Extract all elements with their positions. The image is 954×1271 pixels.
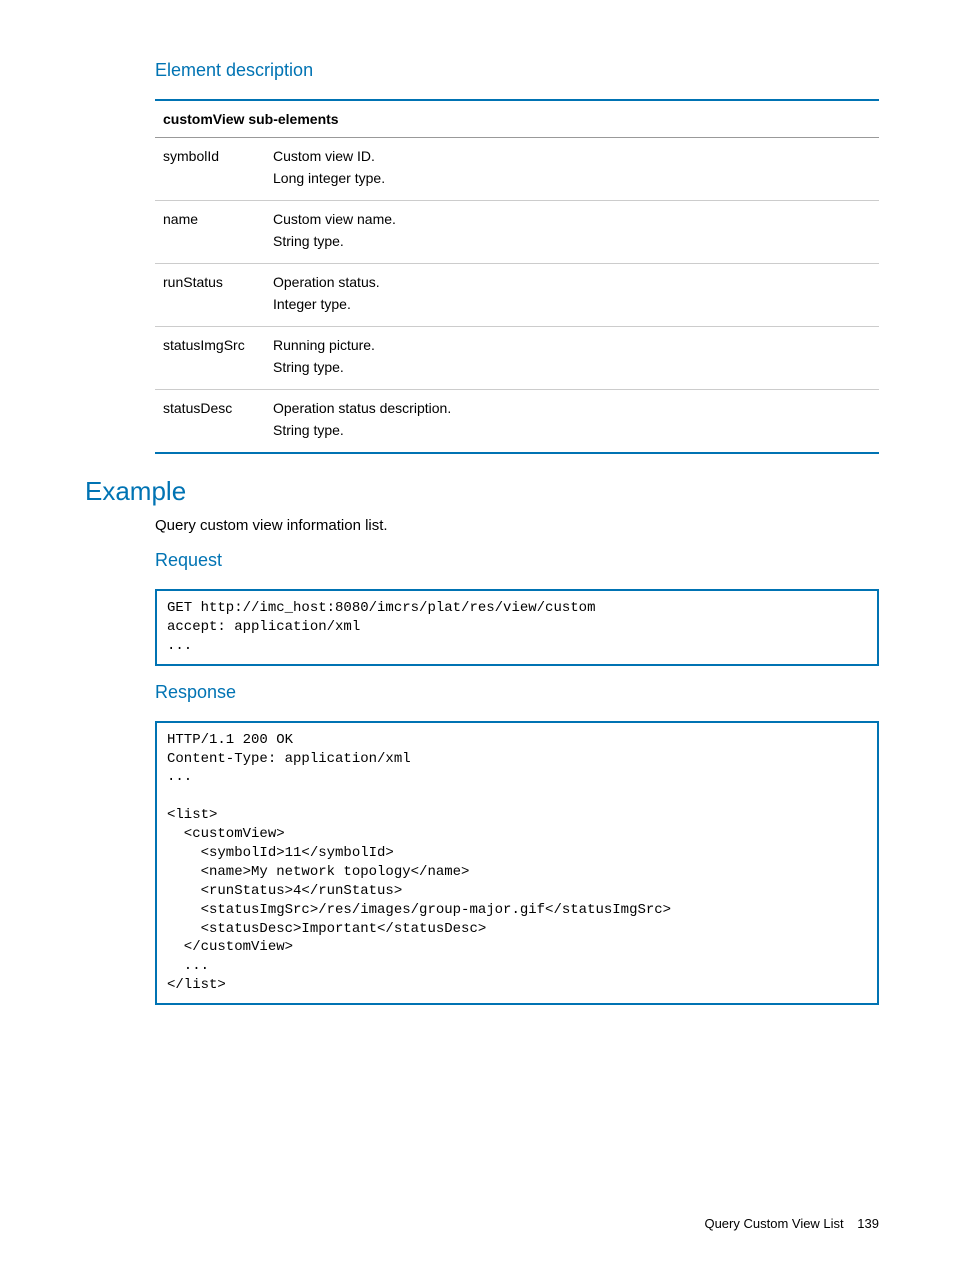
desc-line2: String type. bbox=[273, 233, 871, 249]
row-desc: Operation status. Integer type. bbox=[265, 264, 879, 327]
heading-example: Example bbox=[85, 476, 879, 507]
footer-page-number: 139 bbox=[857, 1216, 879, 1231]
row-name: statusDesc bbox=[155, 390, 265, 454]
row-name: symbolId bbox=[155, 138, 265, 201]
table-row: statusImgSrc Running picture. String typ… bbox=[155, 327, 879, 390]
desc-line1: Custom view ID. bbox=[273, 148, 871, 164]
desc-line2: Integer type. bbox=[273, 296, 871, 312]
desc-line2: String type. bbox=[273, 422, 871, 438]
heading-response: Response bbox=[155, 682, 879, 703]
row-desc: Running picture. String type. bbox=[265, 327, 879, 390]
row-name: name bbox=[155, 201, 265, 264]
row-desc: Custom view name. String type. bbox=[265, 201, 879, 264]
footer-title: Query Custom View List bbox=[704, 1216, 843, 1231]
response-code-block: HTTP/1.1 200 OK Content-Type: applicatio… bbox=[155, 721, 879, 1005]
desc-line1: Operation status. bbox=[273, 274, 871, 290]
desc-line2: Long integer type. bbox=[273, 170, 871, 186]
table-row: statusDesc Operation status description.… bbox=[155, 390, 879, 454]
heading-element-description: Element description bbox=[155, 60, 879, 81]
heading-request: Request bbox=[155, 550, 879, 571]
table-row: name Custom view name. String type. bbox=[155, 201, 879, 264]
table-row: symbolId Custom view ID. Long integer ty… bbox=[155, 138, 879, 201]
desc-line1: Running picture. bbox=[273, 337, 871, 353]
row-desc: Operation status description. String typ… bbox=[265, 390, 879, 454]
desc-line1: Custom view name. bbox=[273, 211, 871, 227]
desc-line1: Operation status description. bbox=[273, 400, 871, 416]
row-name: statusImgSrc bbox=[155, 327, 265, 390]
row-desc: Custom view ID. Long integer type. bbox=[265, 138, 879, 201]
row-name: runStatus bbox=[155, 264, 265, 327]
desc-line2: String type. bbox=[273, 359, 871, 375]
table-row: runStatus Operation status. Integer type… bbox=[155, 264, 879, 327]
request-code-block: GET http://imc_host:8080/imcrs/plat/res/… bbox=[155, 589, 879, 666]
table-header: customView sub-elements bbox=[155, 100, 879, 138]
page-footer: Query Custom View List 139 bbox=[704, 1216, 879, 1231]
subelements-table: customView sub-elements symbolId Custom … bbox=[155, 99, 879, 454]
example-intro: Query custom view information list. bbox=[155, 517, 879, 534]
